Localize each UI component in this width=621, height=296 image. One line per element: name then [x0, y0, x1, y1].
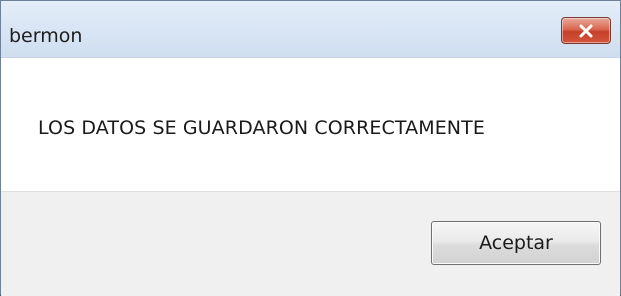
- window-title: bermon: [9, 25, 83, 47]
- dialog-message: LOS DATOS SE GUARDARON CORRECTAMENTE: [38, 117, 485, 139]
- dialog-footer: Aceptar: [1, 191, 620, 296]
- title-bar[interactable]: bermon: [1, 1, 620, 58]
- message-dialog: bermon LOS DATOS SE GUARDARON CORRECTAME…: [0, 0, 621, 296]
- close-button[interactable]: [561, 17, 611, 44]
- close-icon: [578, 24, 594, 38]
- aceptar-button[interactable]: Aceptar: [431, 221, 601, 265]
- dialog-body: LOS DATOS SE GUARDARON CORRECTAMENTE: [1, 58, 620, 191]
